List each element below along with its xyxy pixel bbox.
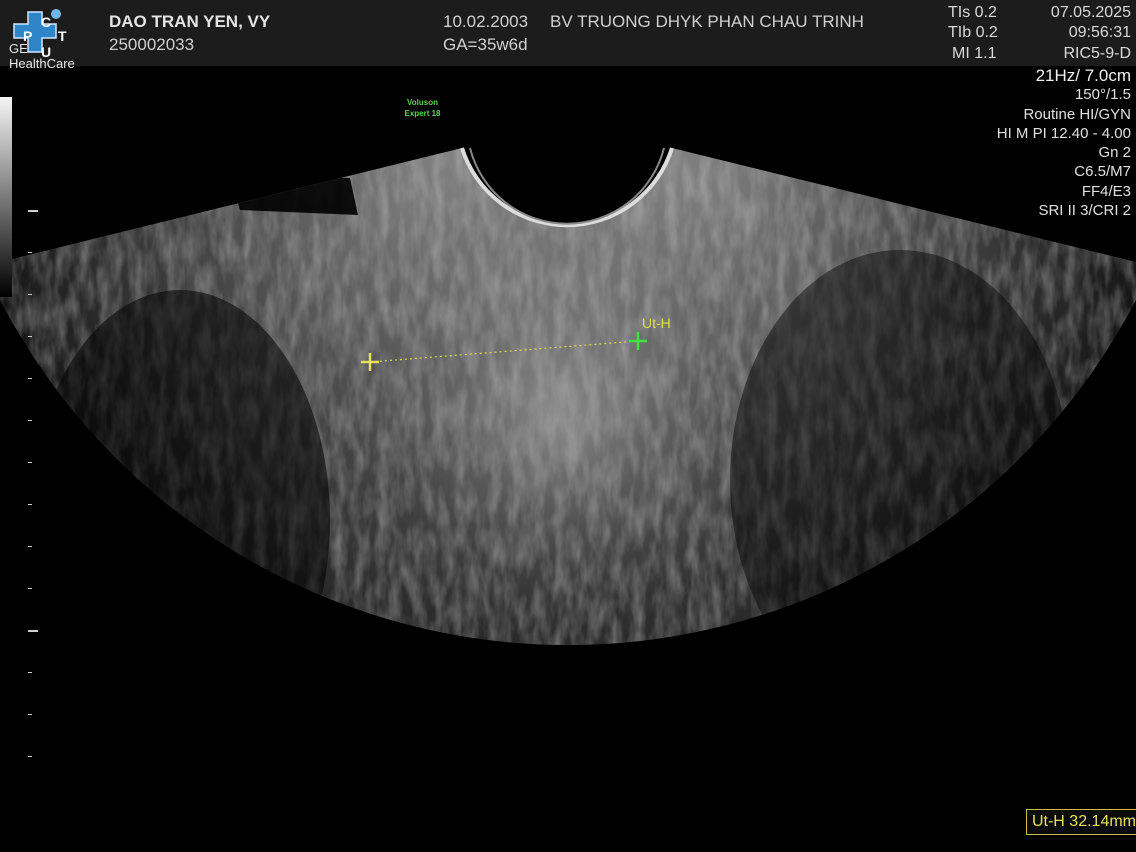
depth-tick	[28, 588, 32, 589]
depth-tick	[28, 420, 32, 421]
birth-date: 10.02.2003	[443, 12, 529, 31]
patient-id: 250002033	[109, 35, 195, 54]
param-gain: Gn 2	[1098, 144, 1131, 162]
mi-value: MI 1.1	[952, 45, 997, 62]
param-angle: 150°/1.5	[1074, 86, 1131, 104]
info-header: C P T U GE HealthCare DAO TRAN YEN, VY 2…	[0, 0, 1136, 71]
imaging-params: 21Hz/ 7.0cm 150°/1.5 Routine HI/GYN HI M…	[997, 66, 1131, 220]
gestational-age: GA=35w6d	[443, 35, 528, 54]
clinic-logo: C P T U GE HealthCare	[4, 4, 96, 71]
exam-time: 09:56:31	[1068, 24, 1131, 41]
depth-tick	[28, 252, 32, 253]
param-sri: SRI II 3/CRI 2	[1038, 202, 1131, 220]
depth-tick	[28, 756, 32, 757]
depth-tick	[28, 462, 32, 463]
depth-tick	[28, 378, 32, 379]
frame-rate-depth: 21Hz/ 7.0cm	[1035, 66, 1131, 85]
hospital-name: BV TRUONG DHYK PHAN CHAU TRINH	[550, 12, 864, 31]
ultrasound-image	[0, 147, 1136, 646]
caliper-label: Ut-H	[642, 315, 671, 331]
brand-line: Expert 18	[404, 109, 441, 118]
param-harmonic: HI M PI 12.40 - 4.00	[996, 124, 1131, 142]
depth-tick	[28, 546, 32, 547]
depth-tick	[28, 630, 38, 632]
depth-tick	[28, 336, 32, 337]
depth-tick	[28, 672, 32, 673]
exam-date: 07.05.2025	[1050, 4, 1131, 21]
param-compression: C6.5/M7	[1074, 163, 1131, 181]
depth-tick	[28, 210, 38, 212]
measurement-result[interactable]: Ut-H 32.14mm	[1025, 809, 1136, 835]
depth-tick	[28, 504, 32, 505]
probe-name: RIC5-9-D	[1063, 45, 1131, 62]
param-filter: FF4/E3	[1081, 182, 1131, 200]
depth-tick	[28, 714, 32, 715]
tis-value: TIs 0.2	[948, 4, 997, 21]
param-preset: Routine HI/GYN	[1023, 105, 1131, 123]
patient-name: DAO TRAN YEN, VY	[109, 12, 271, 31]
grayscale-bar	[0, 97, 12, 297]
logo-letter: C	[41, 14, 52, 30]
depth-tick	[28, 294, 32, 295]
tib-value: TIb 0.2	[948, 24, 998, 41]
brand-line: Voluson	[407, 98, 438, 107]
scanner-brand: Voluson Expert 18	[380, 97, 465, 119]
